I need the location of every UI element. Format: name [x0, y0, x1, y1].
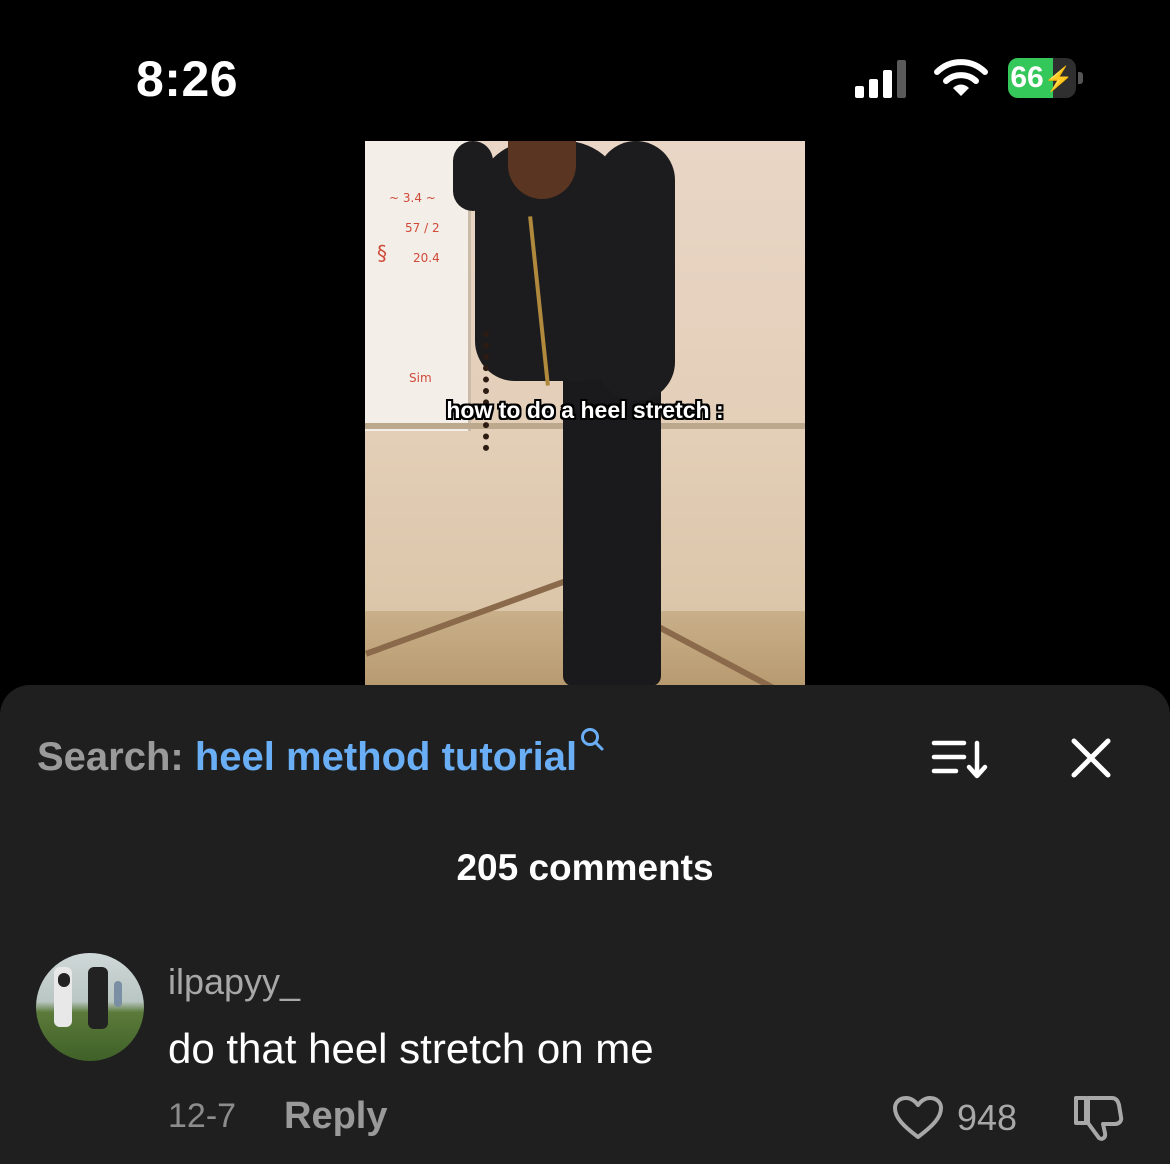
close-icon[interactable] — [1068, 735, 1114, 781]
sort-icon[interactable] — [930, 737, 990, 781]
reply-button[interactable]: Reply — [284, 1095, 387, 1138]
video-caption: how to do a heel stretch : — [446, 397, 724, 423]
search-query[interactable]: heel method tutorial — [195, 735, 577, 779]
battery-level: 66⚡ — [1010, 61, 1074, 94]
search-icon — [581, 728, 604, 751]
comment-text: do that heel stretch on me — [168, 1025, 654, 1072]
cellular-signal-icon — [855, 60, 911, 98]
search-suggestion[interactable]: Search: heel method tutorial — [37, 728, 604, 785]
thumbs-down-icon[interactable] — [1072, 1093, 1124, 1143]
comments-sheet: Search: heel method tutorial 205 comment… — [0, 685, 1170, 1164]
battery-charging-icon: 66⚡ — [1008, 58, 1084, 98]
comment-date: 12-7 — [168, 1097, 237, 1135]
wifi-icon — [934, 59, 988, 96]
status-time: 8:26 — [136, 51, 239, 107]
avatar[interactable] — [36, 953, 144, 1061]
video-player[interactable]: ~ 3.4 ~ 57 / 2 § 20.4 Sim how to do a he… — [365, 141, 805, 686]
status-bar: 8:26 66⚡ — [0, 0, 1170, 140]
search-label: Search: — [37, 735, 184, 779]
comment-count: 205 comments — [456, 847, 714, 888]
like-count: 948 — [957, 1097, 1018, 1138]
comment-username[interactable]: ilpapyy_ — [168, 961, 300, 1003]
comment-item[interactable]: ilpapyy_ do that heel stretch on me 12-7… — [0, 953, 1170, 1164]
heart-icon[interactable] — [892, 1095, 944, 1141]
